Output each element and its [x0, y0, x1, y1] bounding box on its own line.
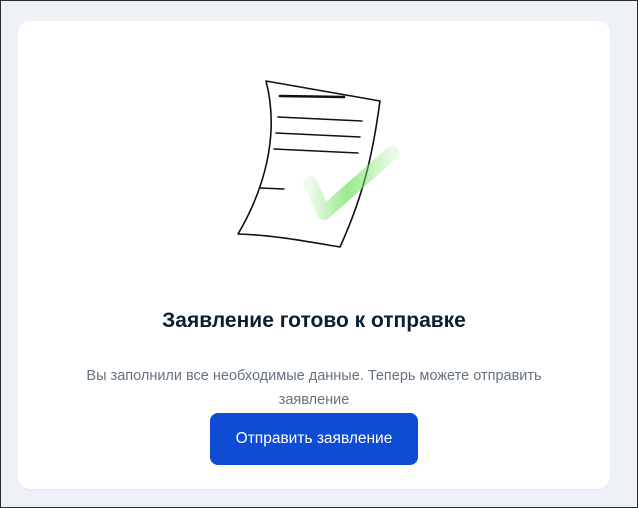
status-card: Заявление готово к отправке Вы заполнили… [18, 21, 610, 489]
page-title: Заявление готово к отправке [162, 309, 466, 332]
document-checkmark-icon [234, 75, 426, 265]
app-frame: Заявление готово к отправке Вы заполнили… [0, 0, 638, 508]
submit-application-button[interactable]: Отправить заявление [210, 413, 418, 465]
status-description: Вы заполнили все необходимые данные. Теп… [86, 368, 542, 408]
